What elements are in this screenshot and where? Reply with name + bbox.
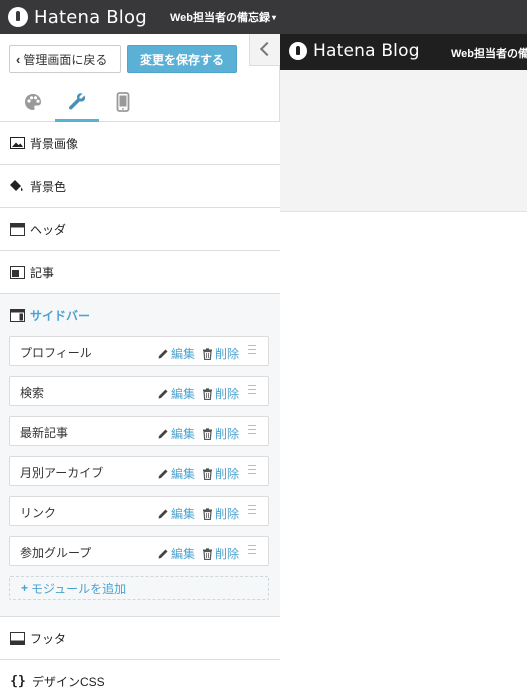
- layout-sidebar-icon: [9, 309, 25, 323]
- module-name: 検索: [20, 386, 45, 400]
- palette-icon: [25, 94, 41, 110]
- edit-module-link[interactable]: 編集: [157, 545, 195, 562]
- section-label: 背景画像: [30, 136, 79, 151]
- edit-module-link[interactable]: 編集: [157, 425, 195, 442]
- tab-customize[interactable]: [55, 82, 99, 122]
- module-item[interactable]: 検索 編集 削除: [9, 376, 269, 406]
- logo-text: Hatena Blog: [34, 6, 147, 28]
- hatena-blog-logo[interactable]: Hatena Blog: [8, 5, 147, 29]
- edit-module-link[interactable]: 編集: [157, 465, 195, 482]
- tab-smartphone[interactable]: [101, 82, 145, 122]
- drag-handle-icon[interactable]: [248, 385, 256, 395]
- preview-blog-name[interactable]: Web担当者の備忘録: [451, 45, 527, 61]
- add-module-label: モジュールを追加: [31, 581, 127, 596]
- layout-header-icon: [9, 222, 25, 236]
- section-label: 記事: [30, 265, 55, 280]
- preview-hatena-logo[interactable]: Hatena Blog: [289, 41, 420, 61]
- section-sidebar[interactable]: サイドバー: [0, 294, 280, 337]
- blog-preview: Hatena Blog Web担当者の備忘録: [280, 34, 527, 697]
- save-changes-button[interactable]: 変更を保存する: [127, 45, 237, 73]
- delete-module-link[interactable]: 削除: [202, 385, 239, 402]
- caret-down-icon: ▾: [272, 13, 277, 22]
- chevron-left-icon: ‹: [16, 51, 21, 67]
- module-item[interactable]: 参加グループ 編集 削除: [9, 536, 269, 566]
- add-module-button[interactable]: + モジュールを追加: [9, 576, 269, 600]
- hatena-logo-icon: [8, 7, 28, 27]
- layout-footer-icon: [9, 631, 25, 645]
- back-to-admin-label: 管理画面に戻る: [23, 52, 108, 67]
- css-braces-icon: {}: [10, 674, 26, 689]
- drag-handle-icon[interactable]: [248, 465, 256, 475]
- edit-module-link[interactable]: 編集: [157, 345, 195, 362]
- delete-module-link[interactable]: 削除: [202, 505, 239, 522]
- pencil-icon: [158, 549, 168, 558]
- trash-icon: [203, 427, 212, 440]
- design-sidebar: ‹ 管理画面に戻る 変更を保存する 背景画像 背景色 ヘッダ 記事 サイドバー …: [0, 34, 280, 697]
- trash-icon: [203, 547, 212, 560]
- module-item[interactable]: リンク 編集 削除: [9, 496, 269, 526]
- delete-module-link[interactable]: 削除: [202, 465, 239, 482]
- plus-icon: +: [21, 581, 29, 595]
- blog-name-dropdown[interactable]: Web担当者の備忘録 ▾: [170, 9, 276, 25]
- delete-module-link[interactable]: 削除: [202, 345, 239, 362]
- design-tabs: [0, 82, 280, 122]
- section-header[interactable]: ヘッダ: [0, 208, 280, 251]
- top-bar: Hatena Blog Web担当者の備忘録 ▾: [0, 0, 527, 34]
- module-name: 月別アーカイブ: [20, 466, 104, 480]
- drag-handle-icon[interactable]: [248, 505, 256, 515]
- trash-icon: [203, 467, 212, 480]
- module-name: 最新記事: [20, 426, 69, 440]
- section-label: デザインCSS: [32, 675, 105, 689]
- section-design-css[interactable]: {} デザインCSS: [0, 660, 280, 697]
- back-to-admin-button[interactable]: ‹ 管理画面に戻る: [9, 45, 121, 73]
- section-label: フッタ: [30, 631, 67, 646]
- module-name: プロフィール: [20, 346, 92, 360]
- trash-icon: [203, 507, 212, 520]
- section-article[interactable]: 記事: [0, 251, 280, 294]
- hatena-logo-icon: [289, 42, 307, 60]
- edit-module-link[interactable]: 編集: [157, 505, 195, 522]
- section-background-image[interactable]: 背景画像: [0, 122, 280, 165]
- drag-handle-icon[interactable]: [248, 345, 256, 355]
- tab-theme[interactable]: [11, 82, 55, 122]
- section-background-color[interactable]: 背景色: [0, 165, 280, 208]
- drag-handle-icon[interactable]: [248, 545, 256, 555]
- paint-bucket-icon: [9, 179, 25, 193]
- pencil-icon: [158, 509, 168, 518]
- layout-article-icon: [9, 265, 25, 279]
- module-item[interactable]: 月別アーカイブ 編集 削除: [9, 456, 269, 486]
- blog-name: Web担当者の備忘録: [170, 12, 271, 24]
- image-icon: [9, 136, 25, 150]
- pencil-icon: [158, 389, 168, 398]
- section-label: 背景色: [30, 179, 67, 194]
- collapse-sidebar-button[interactable]: [249, 34, 280, 66]
- section-label: ヘッダ: [30, 222, 67, 237]
- preview-logo-text: Hatena Blog: [313, 41, 420, 61]
- section-footer[interactable]: フッタ: [0, 617, 280, 660]
- pencil-icon: [158, 349, 168, 358]
- wrench-icon: [68, 92, 86, 110]
- pencil-icon: [158, 429, 168, 438]
- section-label: サイドバー: [30, 309, 91, 323]
- module-item[interactable]: 最新記事 編集 削除: [9, 416, 269, 446]
- preview-top-bar: Hatena Blog Web担当者の備忘録: [280, 34, 527, 70]
- module-item[interactable]: プロフィール 編集 削除: [9, 336, 269, 366]
- edit-module-link[interactable]: 編集: [157, 385, 195, 402]
- module-name: 参加グループ: [20, 546, 92, 560]
- delete-module-link[interactable]: 削除: [202, 545, 239, 562]
- trash-icon: [203, 347, 212, 360]
- smartphone-icon: [116, 92, 130, 112]
- drag-handle-icon[interactable]: [248, 425, 256, 435]
- pencil-icon: [158, 469, 168, 478]
- trash-icon: [203, 387, 212, 400]
- module-name: リンク: [20, 506, 57, 520]
- delete-module-link[interactable]: 削除: [202, 425, 239, 442]
- preview-header-area: [280, 70, 527, 212]
